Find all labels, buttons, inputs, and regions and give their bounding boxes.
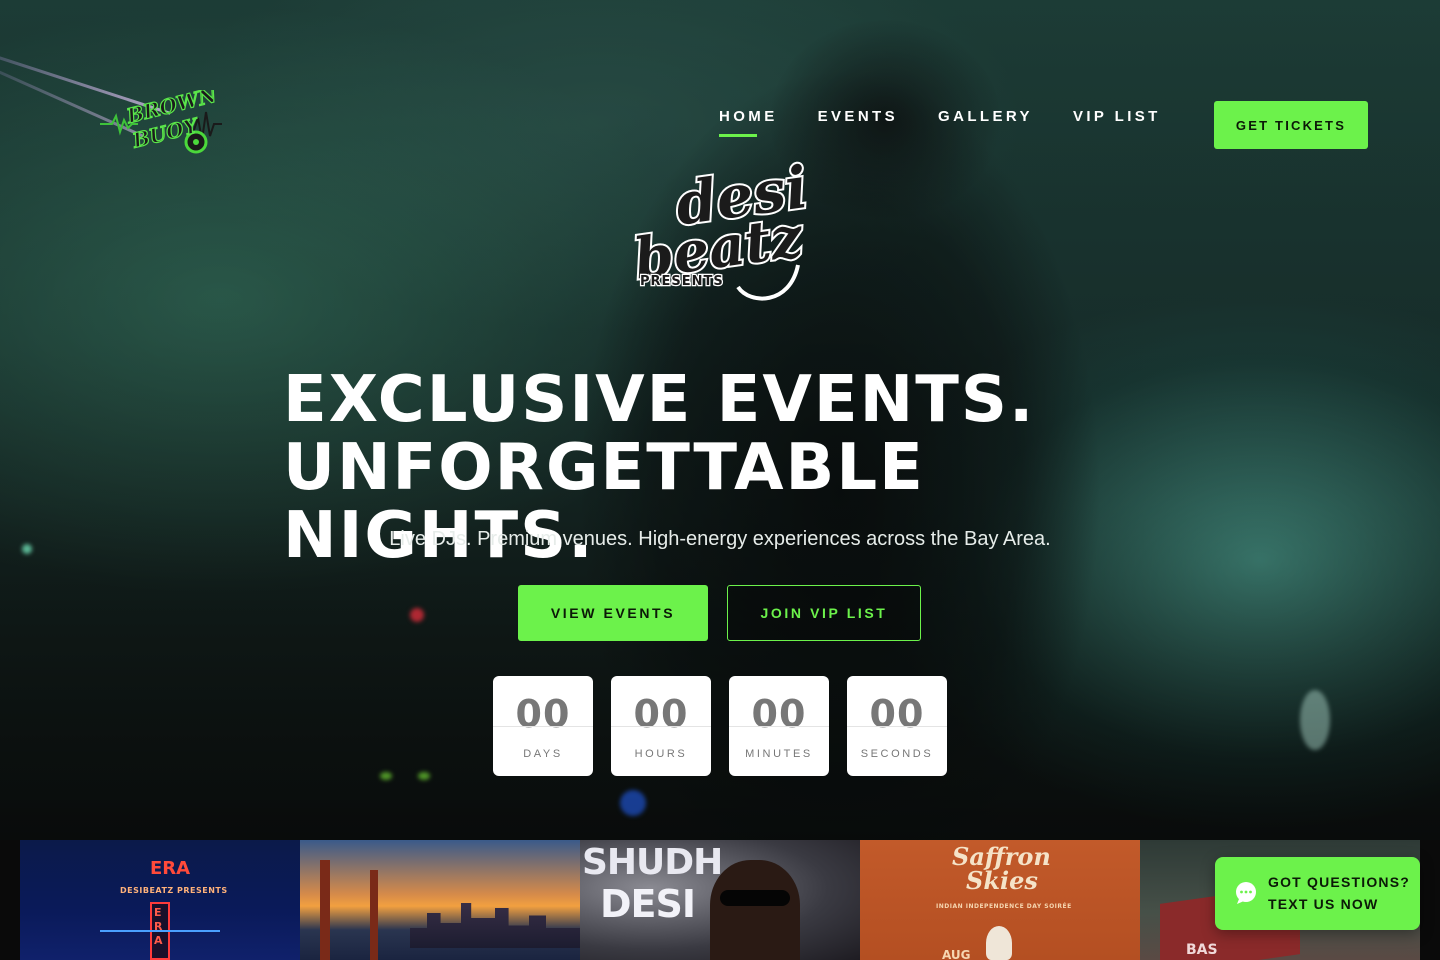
chat-line-2: TEXT US NOW xyxy=(1268,896,1379,912)
join-vip-list-button[interactable]: JOIN VIP LIST xyxy=(727,585,921,641)
text-us-chat-widget[interactable]: GOT QUESTIONS? TEXT US NOW xyxy=(1215,857,1420,930)
nav-home[interactable]: HOME xyxy=(719,108,778,137)
countdown-value: 00 xyxy=(633,692,689,736)
tile-subtitle: DESIBEATZ PRESENTS xyxy=(120,886,228,895)
city-skyline xyxy=(410,903,580,948)
svg-text:PRESENTS: PRESENTS xyxy=(640,274,724,289)
view-events-button[interactable]: VIEW EVENTS xyxy=(518,585,708,641)
countdown-label: DAYS xyxy=(523,748,563,760)
hero-subhead: Live DJs. Premium venues. High-energy ex… xyxy=(389,528,1051,550)
get-tickets-button[interactable]: GET TICKETS xyxy=(1214,101,1368,149)
main-nav: HOME EVENTS GALLERY VIP LIST xyxy=(719,108,1161,137)
bridge-tower xyxy=(370,870,378,960)
countdown-hours: 00 HOURS xyxy=(611,676,711,776)
countdown-minutes: 00 MINUTES xyxy=(729,676,829,776)
chat-bubble-icon xyxy=(1233,881,1259,905)
sunglasses xyxy=(720,890,790,906)
desi-beatz-presents-logo: desi beatz PRESENTS xyxy=(628,151,814,310)
tile-title-line-2: DESI xyxy=(600,882,696,926)
gallery-tile-saffron-skies[interactable]: Saffron Skies INDIAN INDEPENDENCE DAY SO… xyxy=(860,840,1140,960)
brown-buoy-logo[interactable]: BROWN BUOY xyxy=(98,82,226,160)
countdown-value: 00 xyxy=(751,692,807,736)
bridge-tower xyxy=(320,860,330,960)
gallery-tile-shudh-desi[interactable]: SHUDH DESI xyxy=(580,840,860,960)
tile-tagline: INDIAN INDEPENDENCE DAY SOIRÉE xyxy=(936,903,1072,910)
gallery-tile-era[interactable]: ERA DESIBEATZ PRESENTS ERA xyxy=(20,840,300,960)
countdown-value: 00 xyxy=(869,692,925,736)
chat-line-1: GOT QUESTIONS? xyxy=(1268,874,1411,890)
tile-title-line-2: Skies xyxy=(966,866,1038,895)
headline-line-1: EXCLUSIVE EVENTS. xyxy=(283,363,1036,437)
nav-vip-list[interactable]: VIP LIST xyxy=(1073,108,1161,137)
gallery-tile-golden-gate[interactable] xyxy=(300,840,580,960)
theater-facade xyxy=(100,930,220,960)
nav-gallery[interactable]: GALLERY xyxy=(938,108,1033,137)
tile-banner-text: BAS xyxy=(1186,942,1218,958)
sunglasses-portrait xyxy=(710,860,800,960)
countdown-days: 00 DAYS xyxy=(493,676,593,776)
countdown-seconds: 00 SECONDS xyxy=(847,676,947,776)
nav-events[interactable]: EVENTS xyxy=(818,108,898,137)
countdown-label: HOURS xyxy=(634,748,688,760)
tile-footer: AUG xyxy=(942,948,971,960)
tile-title-line-1: SHUDH xyxy=(582,842,723,883)
event-countdown: 00 DAYS 00 HOURS 00 MINUTES 00 SECONDS xyxy=(493,676,947,776)
countdown-value: 00 xyxy=(515,692,571,736)
countdown-label: SECONDS xyxy=(860,748,934,760)
tile-title: ERA xyxy=(150,858,191,879)
astronaut-figure xyxy=(986,926,1012,960)
countdown-label: MINUTES xyxy=(745,748,813,760)
